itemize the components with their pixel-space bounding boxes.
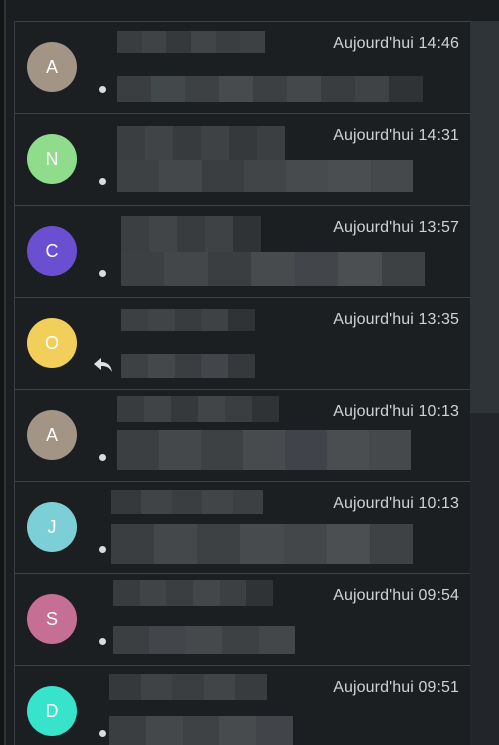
blurred-sender [117,396,279,422]
blurred-preview [121,252,425,286]
message-time: Aujourd'hui 13:35 [333,311,459,328]
avatar: A [27,42,77,92]
blurred-sender [117,31,265,53]
blurred-sender [113,580,273,606]
avatar-initial: D [45,700,59,721]
avatar: N [27,134,77,184]
unread-dot [99,86,106,93]
blurred-preview [117,430,411,470]
message-time: Aujourd'hui 13:57 [333,219,459,236]
message-time: Aujourd'hui 14:31 [333,127,459,144]
unread-dot [99,270,106,277]
blurred-preview [111,524,413,564]
unread-dot [99,178,106,185]
message-item[interactable]: C Aujourd'hui 13:57 [15,206,471,298]
avatar-initial: C [45,240,59,261]
reply-icon [94,358,112,372]
blurred-preview [117,160,413,192]
message-item[interactable]: J Aujourd'hui 10:13 [15,482,471,574]
message-item[interactable]: D Aujourd'hui 09:51 [15,666,471,745]
message-time: Aujourd'hui 09:51 [333,679,459,696]
blurred-sender [109,674,267,700]
unread-dot [99,546,106,553]
avatar-initial: O [44,332,59,353]
avatar-initial: A [45,424,58,445]
blurred-preview [113,626,295,654]
avatar: A [27,410,77,460]
avatar: J [27,502,77,552]
scrollbar-track[interactable] [470,21,499,745]
message-time: Aujourd'hui 14:46 [333,35,459,52]
blurred-sender [111,490,263,514]
blurred-preview [121,354,255,378]
avatar-initial: A [45,56,58,77]
message-time: Aujourd'hui 10:13 [333,495,459,512]
blurred-sender [117,126,285,160]
message-item[interactable]: A Aujourd'hui 10:13 [15,390,471,482]
message-time: Aujourd'hui 10:13 [333,403,459,420]
avatar: S [27,594,77,644]
avatar-initial: J [47,516,57,537]
unread-dot [99,638,106,645]
avatar: D [27,686,77,736]
left-border [0,0,6,745]
unread-dot [99,730,106,737]
message-item[interactable]: N Aujourd'hui 14:31 [15,114,471,206]
avatar-initial: N [45,148,59,169]
message-item[interactable]: O Aujourd'hui 13:35 [15,298,471,390]
avatar: C [27,226,77,276]
avatar-initial: S [45,608,58,629]
message-item[interactable]: A Aujourd'hui 14:46 [15,21,471,114]
message-list-window: A Aujourd'hui 14:46 N Aujourd'hui 14:31 … [0,0,499,745]
blurred-preview [117,76,423,102]
top-edge [6,0,499,21]
message-list: A Aujourd'hui 14:46 N Aujourd'hui 14:31 … [14,21,471,745]
unread-dot [99,454,106,461]
blurred-sender [121,309,255,331]
message-time: Aujourd'hui 09:54 [333,587,459,604]
blurred-sender [121,216,261,252]
message-item[interactable]: S Aujourd'hui 09:54 [15,574,471,666]
avatar: O [27,318,77,368]
blurred-preview [109,716,293,745]
scrollbar-thumb[interactable] [470,21,499,413]
